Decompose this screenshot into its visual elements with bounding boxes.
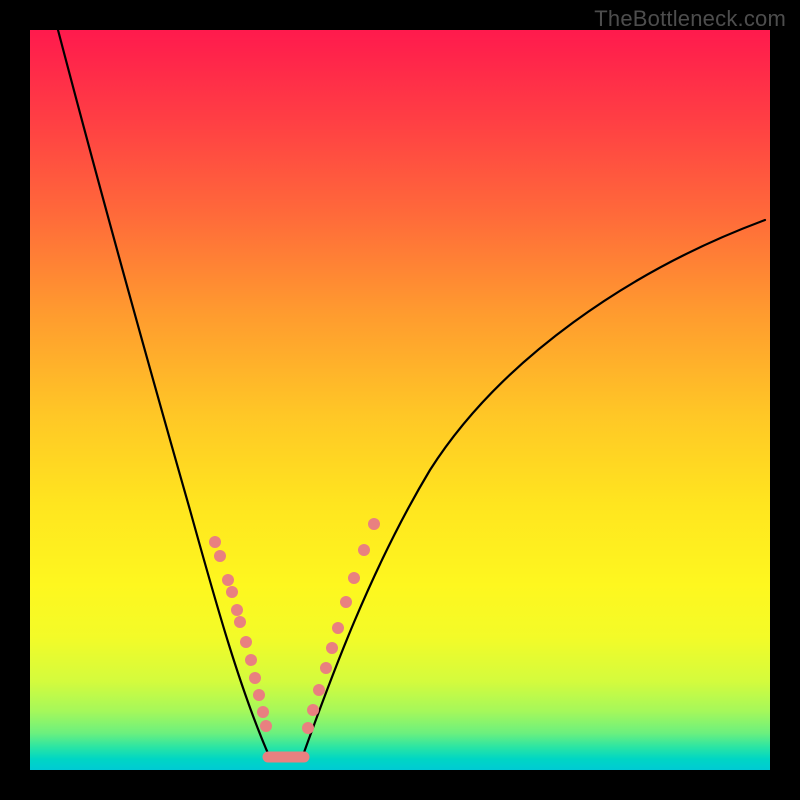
marker-dot <box>307 704 319 716</box>
marker-dot <box>249 672 261 684</box>
marker-dot <box>240 636 252 648</box>
plot-area <box>30 30 770 770</box>
marker-dot <box>313 684 325 696</box>
marker-dot <box>340 596 352 608</box>
chart-svg <box>30 30 770 770</box>
marker-dot <box>222 574 234 586</box>
marker-dot <box>226 586 238 598</box>
marker-dot <box>320 662 332 674</box>
marker-dot <box>332 622 344 634</box>
marker-dot <box>214 550 226 562</box>
marker-dot <box>358 544 370 556</box>
marker-dot <box>253 689 265 701</box>
marker-dot <box>326 642 338 654</box>
marker-dot <box>302 722 314 734</box>
watermark-text: TheBottleneck.com <box>594 6 786 32</box>
marker-dot <box>234 616 246 628</box>
marker-group-left <box>209 536 272 732</box>
marker-group-right <box>302 518 380 734</box>
marker-dot <box>209 536 221 548</box>
marker-dot <box>348 572 360 584</box>
marker-dot <box>245 654 257 666</box>
marker-dot <box>231 604 243 616</box>
curve-right <box>302 220 765 758</box>
curve-left <box>58 30 270 758</box>
marker-dot <box>257 706 269 718</box>
marker-dot <box>368 518 380 530</box>
marker-dot <box>260 720 272 732</box>
